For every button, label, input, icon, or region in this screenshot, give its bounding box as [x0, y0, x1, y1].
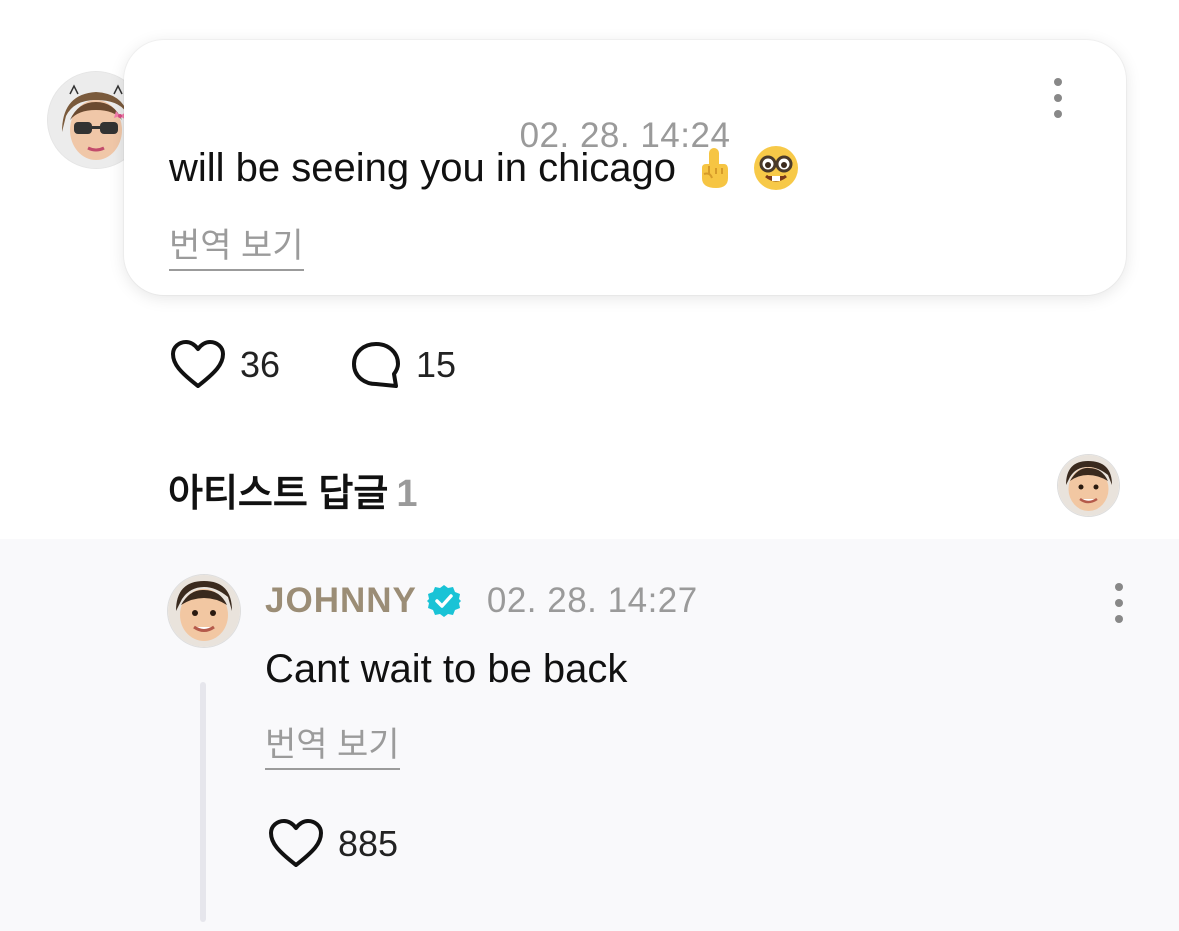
artist-reply: JOHNNY 02. 28. 14:27 Cant wait to be bac…: [0, 539, 1179, 931]
comment-translate-link[interactable]: 번역 보기: [169, 218, 304, 271]
comment-more-options-icon[interactable]: [1053, 78, 1063, 118]
reply-author-avatar[interactable]: [168, 575, 240, 647]
reply-like-button[interactable]: 885: [268, 819, 398, 869]
pointing-up-emoji: [701, 148, 728, 188]
chat-bubble-icon: [352, 342, 400, 388]
comment-like-button[interactable]: 36: [170, 340, 280, 390]
comment-text: will be seeing you in chicago: [169, 145, 676, 190]
artist-replies-count: 1: [396, 473, 418, 515]
verified-badge-icon: [426, 585, 461, 617]
reply-meta: JOHNNY 02. 28. 14:27: [265, 581, 698, 621]
reply-text: Cant wait to be back: [265, 647, 628, 691]
artist-avatar-small[interactable]: [1058, 455, 1119, 516]
comment-card: 02. 28. 14:24 will be seeing you in chic…: [124, 40, 1126, 295]
comment-reply-count: 15: [416, 344, 457, 385]
reply-translate-link[interactable]: 번역 보기: [265, 717, 400, 770]
reply-timestamp: 02. 28. 14:27: [486, 581, 698, 620]
artist-replies-title: 아티스트 답글: [168, 473, 389, 515]
reply-more-options-icon[interactable]: [1114, 583, 1124, 623]
heart-icon: [171, 340, 225, 388]
comment-like-count: 36: [240, 344, 281, 385]
reply-like-count: 885: [338, 823, 399, 864]
reply-author-name[interactable]: JOHNNY: [265, 581, 417, 621]
heart-icon: [269, 819, 323, 867]
artist-replies-heading: 아티스트 답글 1: [168, 462, 417, 517]
comment-text-row: will be seeing you in chicago: [169, 144, 800, 192]
thread-line: [200, 682, 206, 922]
nerd-face-emoji: [753, 146, 798, 190]
comment-reply-button[interactable]: 15: [350, 340, 456, 390]
